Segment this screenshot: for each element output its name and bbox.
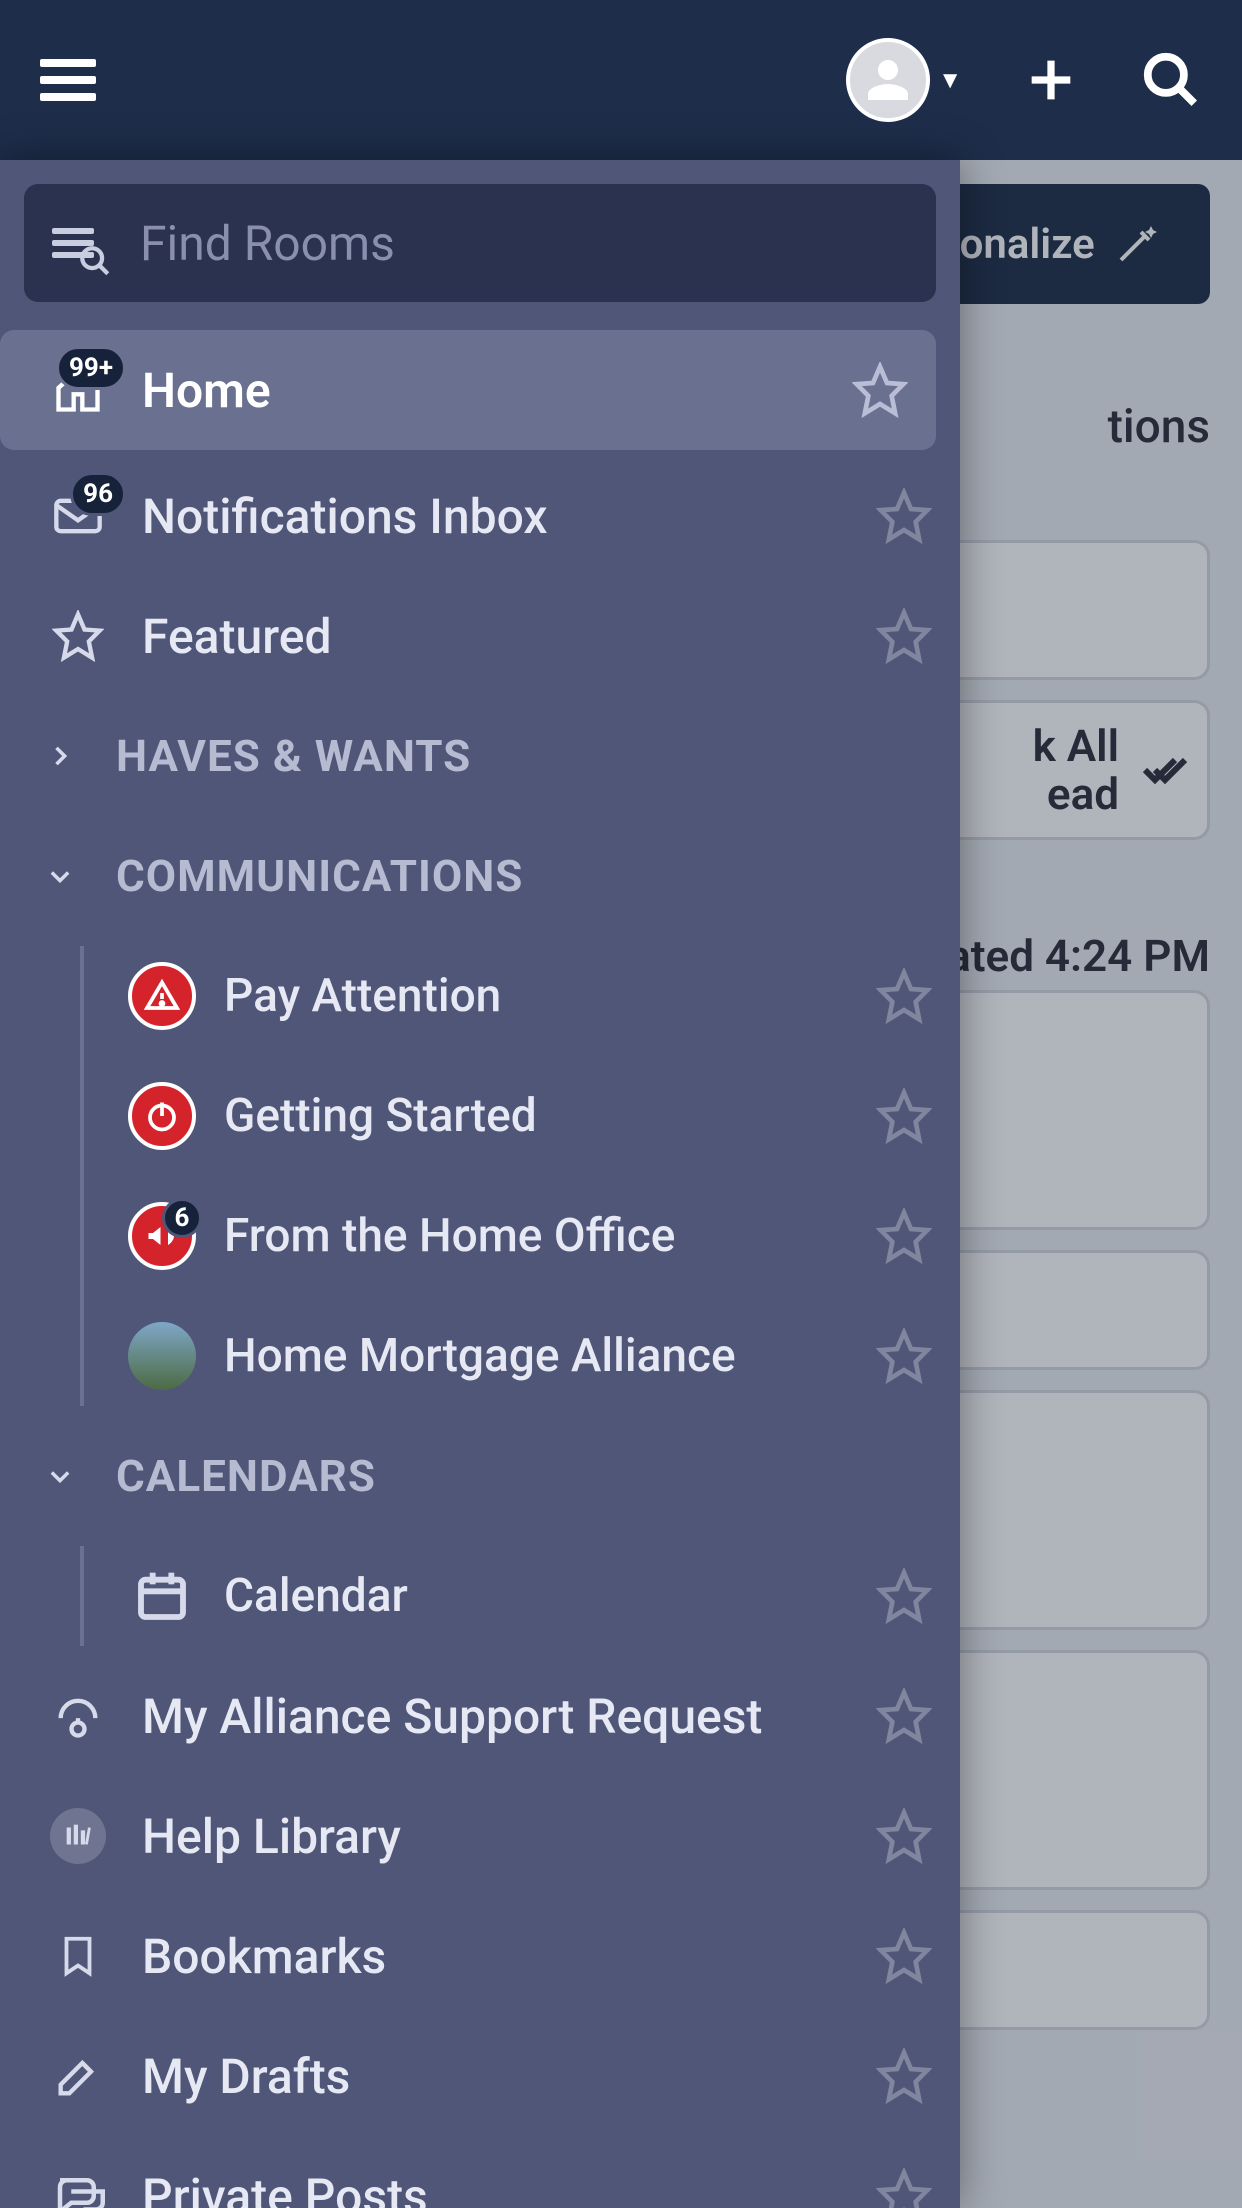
headset-icon	[44, 1682, 112, 1750]
section-haves-wants[interactable]: HAVES & WANTS	[0, 696, 960, 816]
calendar-icon	[128, 1562, 196, 1630]
sidebar-item-support-request[interactable]: My Alliance Support Request	[0, 1656, 960, 1776]
favorite-star-button[interactable]	[876, 1808, 932, 1864]
drafts-label: My Drafts	[112, 2048, 876, 2105]
favorite-star-button[interactable]	[876, 1928, 932, 1984]
top-bar: ▼	[0, 0, 1242, 160]
avatar-icon	[846, 38, 930, 122]
sidebar-item-bookmarks[interactable]: Bookmarks	[0, 1896, 960, 2016]
search-icon	[78, 244, 112, 278]
heading-fragment: tions	[1108, 400, 1210, 454]
star-icon	[44, 602, 112, 670]
sidebar-item-getting-started[interactable]: Getting Started	[76, 1056, 960, 1176]
read-fragment: ead	[1033, 770, 1119, 818]
search-button[interactable]	[1140, 49, 1202, 111]
add-button[interactable]	[1022, 51, 1080, 109]
sidebar-item-pay-attention[interactable]: Pay Attention	[76, 936, 960, 1056]
section-communications[interactable]: COMMUNICATIONS	[0, 816, 960, 936]
home-icon: 99+	[44, 356, 112, 424]
sidebar-item-featured[interactable]: Featured	[0, 576, 960, 696]
chevron-down-icon	[44, 862, 76, 890]
home-badge: 99+	[56, 346, 126, 390]
sidebar-item-private-posts[interactable]: Private Posts	[0, 2136, 960, 2208]
sidebar-item-mortgage-alliance[interactable]: Home Mortgage Alliance	[76, 1296, 960, 1416]
personalize-button[interactable]: sonalize	[920, 184, 1210, 304]
navigation-drawer: 99+ Home 96 Notifications Inbox Featured	[0, 160, 960, 2208]
calendars-list: Calendar	[0, 1536, 960, 1656]
sidebar-item-my-drafts[interactable]: My Drafts	[0, 2016, 960, 2136]
section-calendars[interactable]: CALENDARS	[0, 1416, 960, 1536]
notifications-badge: 96	[70, 472, 126, 516]
sidebar-item-notifications[interactable]: 96 Notifications Inbox	[0, 456, 960, 576]
favorite-star-button[interactable]	[876, 1568, 932, 1624]
mark-all-fragment: k All	[1033, 722, 1119, 770]
communications-list: Pay Attention Getting Started 6	[0, 936, 960, 1416]
double-check-icon	[1139, 746, 1187, 794]
menu-button[interactable]	[40, 59, 96, 101]
calendars-title: CALENDARS	[116, 1450, 376, 1502]
edit-icon	[44, 2042, 112, 2110]
favorite-star-button[interactable]	[876, 1688, 932, 1744]
featured-label: Featured	[112, 608, 876, 665]
bookmarks-label: Bookmarks	[112, 1928, 876, 1985]
chevron-right-icon	[44, 742, 76, 770]
announcement-icon: 6	[128, 1202, 196, 1270]
caret-down-icon: ▼	[938, 66, 962, 95]
favorite-star-button[interactable]	[876, 2168, 932, 2208]
sidebar-item-help-library[interactable]: Help Library	[0, 1776, 960, 1896]
favorite-star-button[interactable]	[876, 1328, 932, 1384]
library-icon	[44, 1802, 112, 1870]
sidebar-item-home-office[interactable]: 6 From the Home Office	[76, 1176, 960, 1296]
calendar-label: Calendar	[196, 1569, 876, 1623]
hamburger-icon	[40, 59, 96, 101]
favorite-star-button[interactable]	[876, 968, 932, 1024]
magic-wand-icon	[1113, 220, 1161, 268]
getting-started-label: Getting Started	[196, 1089, 876, 1143]
notifications-label: Notifications Inbox	[112, 488, 876, 545]
sidebar-item-calendar[interactable]: Calendar	[76, 1536, 960, 1656]
favorite-star-button[interactable]	[876, 608, 932, 664]
alert-icon	[128, 962, 196, 1030]
mortgage-label: Home Mortgage Alliance	[196, 1329, 876, 1383]
pay-attention-label: Pay Attention	[196, 969, 876, 1023]
favorite-star-button[interactable]	[876, 1208, 932, 1264]
support-label: My Alliance Support Request	[112, 1688, 876, 1745]
bookmark-icon	[44, 1922, 112, 1990]
home-office-label: From the Home Office	[196, 1209, 876, 1263]
sidebar-item-home[interactable]: 99+ Home	[0, 330, 936, 450]
chevron-down-icon	[44, 1462, 76, 1490]
favorite-star-button[interactable]	[876, 1088, 932, 1144]
home-office-badge: 6	[162, 1198, 202, 1238]
updated-time-fragment: ated 4:24 PM	[947, 930, 1210, 982]
help-label: Help Library	[112, 1808, 876, 1865]
home-label: Home	[112, 362, 852, 419]
favorite-star-button[interactable]	[876, 2048, 932, 2104]
favorite-star-button[interactable]	[876, 488, 932, 544]
chat-icon	[44, 2162, 112, 2208]
personalize-label-fragment: sonalize	[938, 220, 1095, 269]
favorite-star-button[interactable]	[852, 362, 908, 418]
power-icon	[128, 1082, 196, 1150]
find-rooms-search[interactable]	[24, 184, 936, 302]
communications-title: COMMUNICATIONS	[116, 850, 523, 902]
inbox-icon: 96	[44, 482, 112, 550]
haves-wants-title: HAVES & WANTS	[116, 730, 471, 782]
building-photo-icon	[128, 1322, 196, 1390]
profile-menu-button[interactable]: ▼	[846, 38, 962, 122]
private-label: Private Posts	[112, 2168, 876, 2208]
search-input[interactable]	[140, 215, 908, 272]
